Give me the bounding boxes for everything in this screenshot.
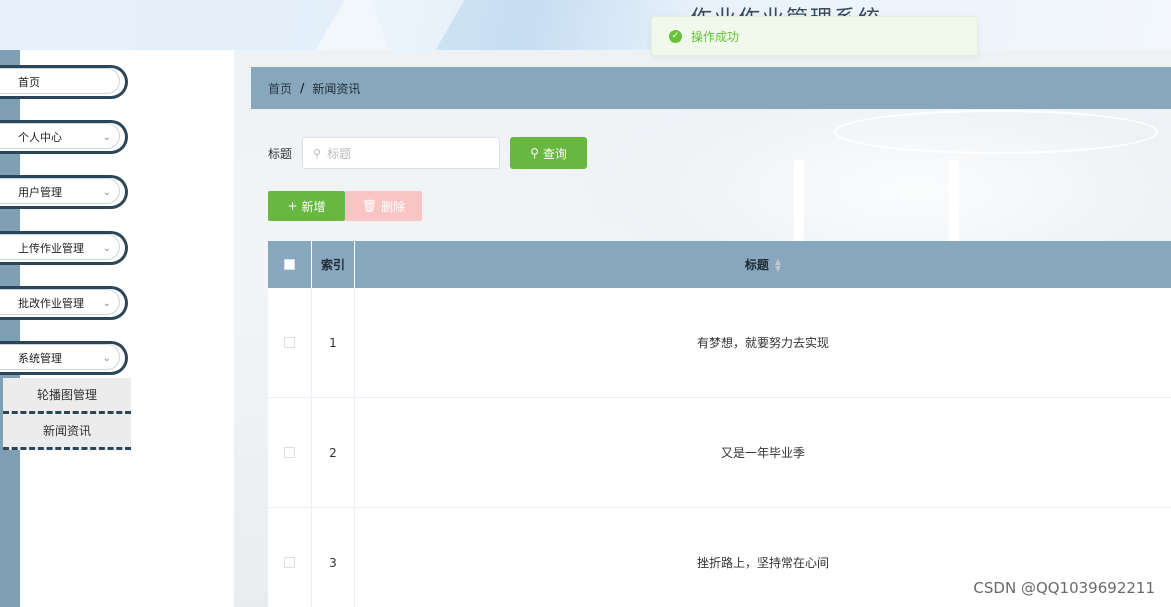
row-checkbox[interactable] xyxy=(284,337,295,348)
table-row[interactable]: 1 有梦想，就要努力去实现 xyxy=(268,288,1171,398)
toast-message: 操作成功 xyxy=(691,29,740,44)
sort-icon[interactable]: ▲ ▼ xyxy=(775,257,781,272)
chevron-down-icon: ⌄ xyxy=(102,187,111,198)
top-header: 作业作业管理系统 xyxy=(0,0,1171,50)
query-button-label: 查询 xyxy=(542,146,567,161)
system-submenu: 轮播图管理 新闻资讯 xyxy=(3,378,131,450)
sidebar-item-label: 系统管理 xyxy=(18,352,62,365)
chevron-down-icon: ⌄ xyxy=(102,298,111,309)
delete-button[interactable]: 🗑 删除 xyxy=(345,191,422,221)
breadcrumb: 首页 / 新闻资讯 xyxy=(251,67,1171,109)
query-button[interactable]: ⚲ 查询 xyxy=(510,137,588,169)
sidebar-item-personal-center[interactable]: 个人中心 ⌄ xyxy=(0,120,128,154)
sidebar-item-label: 个人中心 xyxy=(18,131,62,144)
row-title: 又是一年毕业季 xyxy=(720,446,805,460)
submenu-item-carousel[interactable]: 轮播图管理 xyxy=(3,378,131,414)
row-index: 2 xyxy=(312,398,355,507)
sidebar-item-upload-homework[interactable]: 上传作业管理 ⌄ xyxy=(0,231,128,265)
breadcrumb-home[interactable]: 首页 xyxy=(268,80,292,97)
search-icon: ⚲ xyxy=(313,146,322,160)
column-header-title[interactable]: 标题 ▲ ▼ xyxy=(355,241,1171,288)
sidebar-item-label: 上传作业管理 xyxy=(18,242,84,255)
background-decoration xyxy=(949,160,959,250)
check-circle-icon: ✓ xyxy=(669,29,682,43)
plus-icon: + xyxy=(287,199,298,213)
sidebar-item-user-management[interactable]: 用户管理 ⌄ xyxy=(0,175,128,209)
row-checkbox[interactable] xyxy=(284,447,295,458)
breadcrumb-separator: / xyxy=(300,81,305,95)
action-toolbar: + 新增 🗑 删除 xyxy=(268,191,422,221)
search-label: 标题 xyxy=(268,146,293,161)
table-row[interactable]: 2 又是一年毕业季 xyxy=(268,398,1171,508)
select-all-cell xyxy=(268,241,312,288)
trash-icon: 🗑 xyxy=(361,199,378,213)
success-toast: ✓ 操作成功 xyxy=(651,16,978,56)
delete-button-label: 删除 xyxy=(381,199,406,214)
main-content: 首页 / 新闻资讯 标题 ⚲ 标题 ⚲ 查询 + 新增 🗑 删除 索引 标题 ▲… xyxy=(234,50,1171,607)
row-index: 3 xyxy=(312,508,355,607)
row-checkbox-cell xyxy=(268,508,312,607)
submenu-item-news[interactable]: 新闻资讯 xyxy=(3,414,131,450)
breadcrumb-current: 新闻资讯 xyxy=(312,81,361,96)
row-title: 有梦想，就要努力去实现 xyxy=(696,336,829,350)
search-bar: 标题 ⚲ 标题 ⚲ 查询 xyxy=(268,137,588,169)
column-header-index: 索引 xyxy=(312,241,355,288)
row-checkbox-cell xyxy=(268,288,312,397)
table-header: 索引 标题 ▲ ▼ xyxy=(268,241,1171,288)
search-input[interactable]: ⚲ 标题 xyxy=(302,137,501,169)
row-checkbox-cell xyxy=(268,398,312,507)
chevron-down-icon: ⌄ xyxy=(102,353,111,364)
sidebar-item-label: 批改作业管理 xyxy=(18,297,84,310)
sidebar-item-home[interactable]: 首页 xyxy=(0,65,128,99)
sidebar-item-label: 首页 xyxy=(18,76,40,89)
background-decoration xyxy=(794,160,804,250)
column-header-title-label: 标题 xyxy=(744,258,769,272)
background-decoration xyxy=(834,110,1158,154)
chevron-down-icon: ⌄ xyxy=(102,243,111,254)
row-index: 1 xyxy=(312,288,355,397)
row-checkbox[interactable] xyxy=(284,557,295,568)
sidebar-item-label: 用户管理 xyxy=(18,186,62,199)
sidebar-item-grade-homework[interactable]: 批改作业管理 ⌄ xyxy=(0,286,128,320)
select-all-checkbox[interactable] xyxy=(284,259,295,270)
news-table: 索引 标题 ▲ ▼ 1 有梦想，就要努力去实现 2 又是一年毕业季 3 挫折路上… xyxy=(268,241,1171,607)
add-button[interactable]: + 新增 xyxy=(268,191,345,221)
search-placeholder: 标题 xyxy=(327,146,352,161)
watermark: CSDN @QQ1039692211 xyxy=(973,579,1155,597)
sidebar-item-system-management[interactable]: 系统管理 ⌄ xyxy=(0,341,128,375)
search-icon: ⚲ xyxy=(530,146,539,160)
chevron-down-icon: ⌄ xyxy=(102,132,111,143)
add-button-label: 新增 xyxy=(301,199,326,214)
